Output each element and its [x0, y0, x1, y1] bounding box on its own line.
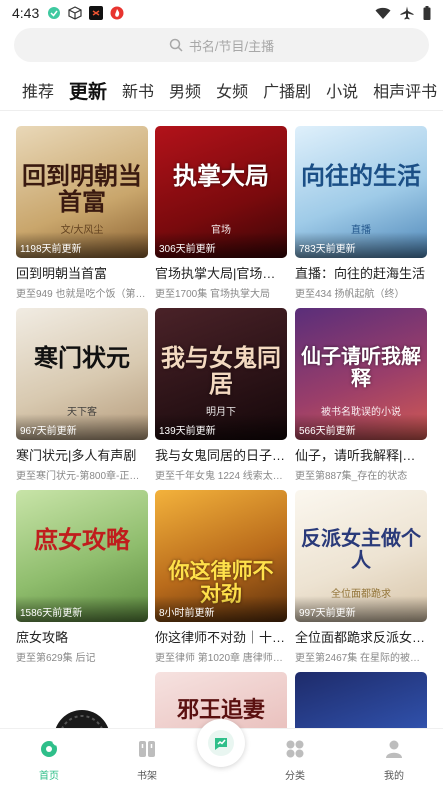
cover-title: 我与女鬼同居	[161, 342, 281, 399]
nav-home-label: 首页	[39, 771, 59, 782]
tab-new-books[interactable]: 新书	[122, 78, 154, 102]
nav-bookshelf[interactable]: 书架	[117, 739, 177, 782]
book-title[interactable]: 庶女攻略	[16, 627, 148, 646]
book-latest-episode: 更至第629集 后记	[16, 653, 96, 664]
tab-female[interactable]: 女频	[216, 78, 248, 102]
cover-title: 执掌大局	[173, 160, 269, 190]
cover-title: 寒门状元	[34, 342, 130, 372]
book-title[interactable]: 官场执掌大局|官场局…	[155, 263, 287, 282]
tab-crosstalk-storytelling[interactable]: 相声评书	[373, 78, 437, 102]
book-latest-episode: 更至千年女鬼 1224 线索太…	[155, 471, 283, 482]
nav-profile[interactable]: 我的	[364, 739, 424, 782]
book-card[interactable]: 反派女主做个人 全位面都跪求 997天前更新 全位面都跪求反派女… 更至第246…	[295, 490, 427, 664]
airplane-mode-icon	[400, 6, 414, 20]
book-card[interactable]: 寒门状元 天下客 967天前更新 寒门状元|多人有声剧 更至寒门状元-第800章…	[16, 308, 148, 482]
status-notification-icons	[47, 6, 124, 20]
book-title[interactable]: 寒门状元|多人有声剧	[16, 445, 148, 464]
play-center-button[interactable]	[197, 719, 245, 767]
flame-icon	[110, 6, 124, 20]
book-title[interactable]: 仙子，请听我解释|多…	[295, 445, 427, 464]
tabs-divider	[0, 110, 443, 111]
update-badge: 997天前更新	[299, 608, 356, 619]
cover-title: 反派女主做个人	[301, 525, 421, 572]
update-badge: 566天前更新	[299, 426, 356, 437]
book-card[interactable]: 你这律师不对劲 8小时前更新 你这律师不对劲｜十… 更至律师 第1020章 唐律…	[155, 490, 287, 664]
book-card[interactable]: 执掌大局 官场 306天前更新 官场执掌大局|官场局… 更至1700集 官场执掌…	[155, 126, 287, 300]
battery-icon	[423, 6, 431, 20]
tab-radio-drama[interactable]: 广播剧	[263, 78, 311, 102]
book-title[interactable]: 我与女鬼同居的日子|…	[155, 445, 287, 464]
status-system-icons	[375, 6, 431, 20]
book-card[interactable]: 仙子请听我解释 被书名耽误的小说 566天前更新 仙子，请听我解释|多… 更至第…	[295, 308, 427, 482]
tab-male[interactable]: 男频	[169, 78, 201, 102]
cover-title: 回到明朝当首富	[22, 160, 142, 217]
update-badge: 1586天前更新	[20, 608, 83, 619]
home-icon	[41, 741, 57, 757]
cover-title: 向往的生活	[301, 160, 421, 190]
category-tabs: 推荐 更新 新书 男频 女频 广播剧 小说 相声评书	[0, 72, 443, 108]
book-cover[interactable]: 反派女主做个人 全位面都跪求 997天前更新	[295, 490, 427, 622]
nav-category-label: 分类	[285, 771, 305, 782]
book-latest-episode: 更至律师 第1020章 唐律师，…	[155, 653, 287, 664]
book-cover[interactable]: 向往的生活 直播 783天前更新	[295, 126, 427, 258]
book-latest-episode: 更至第887集_存在的状态	[295, 471, 408, 482]
bottom-navigation: 首页 书架 分类 我的	[0, 719, 443, 788]
book-cover[interactable]: 庶女攻略 1586天前更新	[16, 490, 148, 622]
nav-home[interactable]: 首页	[19, 739, 79, 782]
book-latest-episode: 更至1700集 官场执掌大局	[155, 289, 271, 300]
book-card[interactable]: 我与女鬼同居 明月下 139天前更新 我与女鬼同居的日子|… 更至千年女鬼 12…	[155, 308, 287, 482]
update-badge: 1198天前更新	[20, 244, 82, 255]
update-badge: 139天前更新	[159, 426, 216, 437]
book-cover[interactable]: 回到明朝当首富 文/大风尘 1198天前更新	[16, 126, 148, 258]
tab-recommend[interactable]: 推荐	[22, 78, 54, 102]
search-bar[interactable]: 书名/节目/主播	[14, 28, 429, 62]
book-title[interactable]: 全位面都跪求反派女…	[295, 627, 427, 646]
app-notification-icon	[48, 7, 61, 19]
book-latest-episode: 更至949 也就是吃个饭（第…	[16, 289, 146, 300]
category-icon	[286, 740, 304, 758]
search-icon	[169, 38, 183, 52]
book-title[interactable]: 你这律师不对劲｜十…	[155, 627, 287, 646]
book-cover[interactable]: 仙子请听我解释 被书名耽误的小说 566天前更新	[295, 308, 427, 440]
nav-profile-label: 我的	[384, 771, 404, 782]
book-cover[interactable]: 执掌大局 官场 306天前更新	[155, 126, 287, 258]
update-badge: 783天前更新	[299, 244, 356, 255]
bookshelf-icon	[139, 741, 155, 757]
book-card[interactable]: 向往的生活 直播 783天前更新 直播：向往的赶海生活 更至434 扬帆起航（终…	[295, 126, 427, 300]
tab-updates[interactable]: 更新	[69, 77, 107, 104]
update-badge: 967天前更新	[20, 426, 77, 437]
status-time: 4:43	[12, 5, 40, 21]
book-card[interactable]: 回到明朝当首富 文/大风尘 1198天前更新 回到明朝当首富 更至949 也就是…	[16, 126, 148, 300]
tiktok-icon	[89, 6, 104, 20]
nav-bookshelf-label: 书架	[137, 771, 157, 782]
nav-category[interactable]: 分类	[265, 739, 325, 782]
book-latest-episode: 更至434 扬帆起航（终）	[295, 289, 405, 300]
profile-icon	[386, 740, 402, 758]
book-title[interactable]: 回到明朝当首富	[16, 263, 148, 282]
update-badge: 8小时前更新	[159, 608, 215, 619]
search-placeholder: 书名/节目/主播	[188, 38, 275, 54]
book-cover[interactable]: 你这律师不对劲 8小时前更新	[155, 490, 287, 622]
play-center-icon	[208, 730, 234, 756]
status-bar: 4:43	[0, 0, 443, 26]
cover-title: 仙子请听我解释	[301, 343, 421, 390]
wifi-icon	[375, 7, 391, 19]
cover-title: 庶女攻略	[34, 524, 130, 554]
book-latest-episode: 更至第2467集 在星际的被迫…	[295, 653, 427, 664]
tab-novels[interactable]: 小说	[326, 78, 358, 102]
book-card[interactable]: 庶女攻略 1586天前更新 庶女攻略 更至第629集 后记	[16, 490, 148, 664]
book-latest-episode: 更至寒门状元-第800章-正三…	[16, 471, 148, 482]
cube-icon	[68, 6, 82, 20]
book-title[interactable]: 直播：向往的赶海生活	[295, 263, 427, 282]
update-badge: 306天前更新	[159, 244, 216, 255]
book-cover[interactable]: 寒门状元 天下客 967天前更新	[16, 308, 148, 440]
book-cover[interactable]: 我与女鬼同居 明月下 139天前更新	[155, 308, 287, 440]
